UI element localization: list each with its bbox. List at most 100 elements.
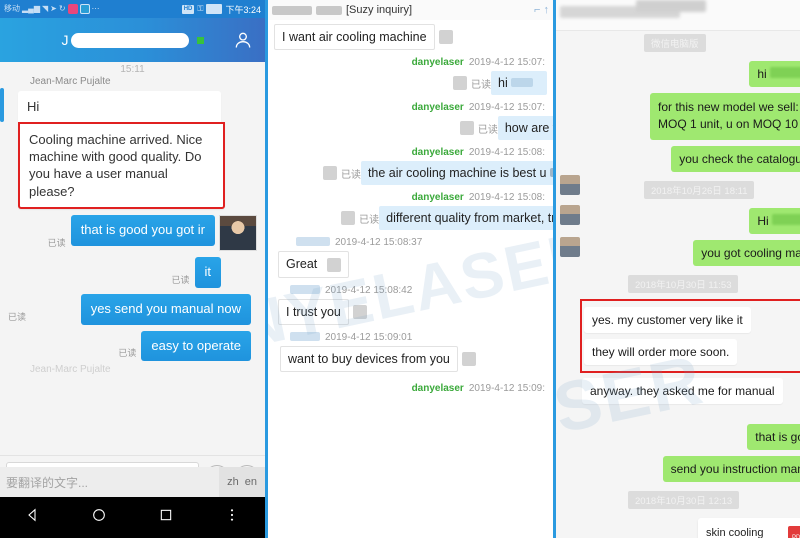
square-recents-icon[interactable] [158,507,174,528]
redaction-bar [272,5,312,15]
message-bubble-that-is-good[interactable]: that is good you got ir [70,214,215,246]
read-receipt: 已读 [8,311,27,322]
message-bubble-hi-2[interactable]: Hi [749,207,800,234]
conversation-title-bar: [Suzy inquiry] ⌐ ↑ [268,0,553,21]
message-bubble-different-quality[interactable]: different quality from market, trust m [379,206,553,230]
message-bubble-cooling-machine-highlighted[interactable]: Cooling machine arrived. Nice machine wi… [18,122,225,209]
message-bubble-best-unit[interactable]: the air cooling machine is best u [360,161,553,185]
redaction-bar [316,5,342,15]
file-info: skin cooling device-instruction ... 523.… [706,526,782,538]
desktop-im-panel: [Suzy inquiry] ⌐ ↑ DANYELASER I want air… [265,0,553,538]
message-text: want to buy devices from you [288,351,450,366]
message-text: yes send you manual now [90,300,241,316]
message-bubble-new-model-moq[interactable]: for this new model we sell: u MOQ 1 unit… [650,93,800,140]
lang-from-button[interactable]: zh [227,476,239,488]
message-text: it [204,263,212,279]
message-bubble-send-instruction-manual[interactable]: send you instruction manual l [662,455,800,482]
timestamp: 2019-4-12 15:08:37 [335,237,423,248]
message-bubble-asked-me-for-manual[interactable]: anyway. they asked me for manual [582,377,783,404]
system-timestamp: 2018年10月30日 11:53 [628,274,739,293]
wechat-chat-scroll[interactable]: LASER 微信电脑版 hi for this new model we sel… [556,30,800,538]
message-text: send you instruction manual l [670,461,800,476]
message-bubble-send-manual[interactable]: yes send you manual now [80,293,251,325]
lang-to-button[interactable]: en [245,476,257,488]
status-placeholder-icon [453,76,467,90]
message-row-incoming: anyway. they asked me for manual [556,375,800,407]
mobile-chat-scroll[interactable]: 15:11 Jean-Marc Pujalte Hi Cooling machi… [0,62,265,455]
message-bubble-great-highlighted[interactable]: Great [278,251,349,278]
message-bubble-hi[interactable]: hi [491,71,547,95]
message-row-outgoing: 已读 hi [268,70,553,98]
timestamp: 2019-4-12 15:07: [468,102,545,113]
sender-name: danyelaser [411,382,464,394]
system-timestamp: 2018年10月26日 18:11 [644,180,755,199]
message-text: Great [286,257,318,271]
wechat-title-bar [556,0,800,31]
carrier-label: 移动 [4,4,20,13]
redaction-bar [70,32,189,48]
attachment-placeholder-icon [326,257,341,272]
message-meta: danyelaser 2019-4-12 15:08: [268,188,553,205]
contact-avatar[interactable] [560,205,580,225]
message-row-incoming: I want air cooling machine [268,20,553,53]
translate-input[interactable]: 要翻译的文字... [6,474,219,491]
message-row-incoming: I trust you [268,298,553,328]
timestamp: 2019-4-12 15:08:42 [325,284,413,296]
message-bubble-want-to-buy-highlighted[interactable]: want to buy devices from you [280,345,458,372]
message-bubble-want-air-cooling[interactable]: I want air cooling machine [274,24,435,50]
message-row-outgoing: you got cooling machin [556,237,800,269]
message-bubble-customer-very-like-it[interactable]: yes. my customer very like it [584,306,751,333]
redaction-bar [636,0,706,12]
message-bubble-hi[interactable]: hi [749,61,800,87]
message-bubble-that-is-good[interactable]: that is go [747,423,800,450]
desktop-chat-scroll[interactable]: DANYELASER I want air cooling machine da… [268,20,553,538]
status-placeholder-icon [341,211,356,225]
message-bubble-how-are-you[interactable]: how are yo [497,116,553,140]
message-meta: 2019-4-12 15:08:42 [268,281,553,298]
message-text: that is go [755,429,800,444]
message-text: the air cooling machine is best u [367,166,547,180]
sender-name: danyelaser [411,102,464,113]
redaction-bar [772,213,800,225]
screencast-icon [79,4,90,14]
triangle-back-icon[interactable] [25,507,41,528]
language-toggle: zh en [219,467,265,497]
message-row-outgoing: 已读 it [0,254,265,291]
message-bubble-will-order-more[interactable]: they will order more soon. [584,338,738,365]
message-bubble-you-got-cooling-machine[interactable]: you got cooling machin [693,239,800,266]
message-bubble-it[interactable]: it [194,256,221,288]
message-meta: danyelaser 2019-4-12 15:08: [268,143,553,160]
message-bubble-i-trust-you-highlighted[interactable]: I trust you [278,298,349,325]
kebab-menu-icon[interactable] [224,507,240,528]
sender-avatar-photo[interactable] [219,214,257,251]
file-attachment-card[interactable]: skin cooling device-instruction ... 523.… [698,517,800,538]
message-row-incoming: Great [268,250,553,281]
message-bubble-hi[interactable]: Hi [18,91,221,123]
file-card-top: skin cooling device-instruction ... 523.… [706,525,800,538]
contact-avatar[interactable] [560,175,580,195]
message-row-outgoing: 已读 different quality from market, trust … [268,205,553,233]
source-label-row: 微信电脑版 [556,34,800,52]
contact-avatar[interactable] [560,237,580,257]
message-row-outgoing: hi [556,58,800,90]
message-bubble-check-catalogue[interactable]: you check the catalogue for [671,145,800,172]
message-text: that is good you got ir [80,221,205,237]
message-row-incoming: want to buy devices from you [268,345,553,375]
timestamp: 2019-4-12 15:07: [468,57,545,68]
message-text: Hi [757,213,769,228]
expand-icon[interactable]: ⌐ ↑ [534,4,549,16]
android-navigation-bar [0,497,265,538]
profile-icon[interactable] [233,30,253,50]
message-bubble-easy-to-operate[interactable]: easy to operate [141,330,251,362]
message-text: I want air cooling machine [282,30,427,44]
timestamp: 2019-4-12 15:09: [468,382,545,394]
message-meta: danyelaser 2019-4-12 15:09: [268,375,553,396]
highlight-group-customer-feedback: yes. my customer very like it they will … [580,298,800,373]
screenshot-stage: 移动 ▂▄▆ ◥ ➤ ↻ ⋯ HD ⚿ 下午3:24 J 15:11 Jean-… [0,0,800,538]
attachment-placeholder-icon [438,30,453,44]
circle-home-icon[interactable] [91,507,107,528]
message-text: they will order more soon. [592,344,730,359]
read-receipt: 已读 [359,214,380,226]
status-bar-left-icons: 移动 ▂▄▆ ◥ ➤ ↻ ⋯ [4,4,182,14]
message-row-outgoing: that is go [556,421,800,453]
